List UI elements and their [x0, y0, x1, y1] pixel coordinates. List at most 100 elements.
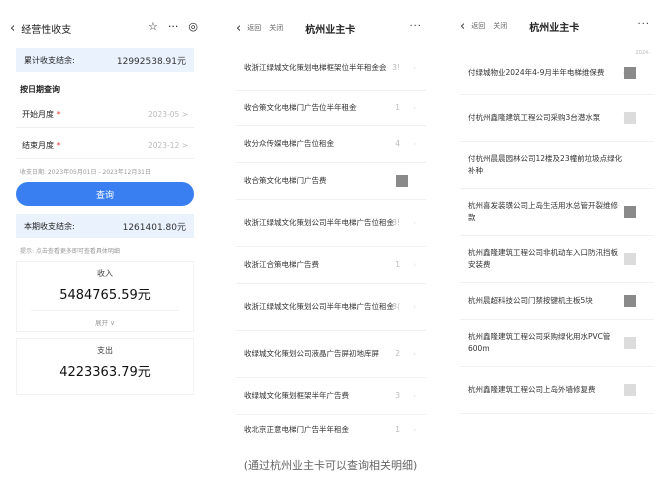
- list-item[interactable]: 杭州鑫隆建筑工程公司非机动车入口防汛挡板安装费: [460, 236, 654, 283]
- item-amount: 3: [395, 391, 400, 400]
- item-amount: 2: [395, 349, 400, 358]
- list-item[interactable]: 杭州晨超科技公司门禁按键机主板5块: [460, 283, 654, 320]
- owner-card-expense-list: ‹ 返回 关闭 杭州业主卡 ··· 2024- 付绿城物业2024年4-9月半年…: [460, 0, 654, 440]
- item-text: 杭州晨超科技公司门禁按键机主板5块: [468, 296, 593, 305]
- item-amount: 1: [395, 103, 400, 112]
- item-text: 杭州鑫隆建筑工程公司非机动车入口防汛挡板安装费: [468, 248, 618, 269]
- list-item[interactable]: 杭州喜发装璜公司上岛生活用水总管开裂维修款: [460, 189, 654, 236]
- chevron-icon: ›: [413, 140, 416, 148]
- attachment-thumbnail[interactable]: [624, 112, 636, 124]
- target-icon[interactable]: ◎: [188, 20, 198, 33]
- item-text: 收浙江合策电梯广告费: [244, 260, 319, 269]
- back-chevron-icon[interactable]: ‹: [236, 21, 241, 36]
- list-item[interactable]: 收浙江绿城文化策划电梯框架位半年租金会 3! ›: [236, 46, 426, 91]
- list-item[interactable]: 收浙江绿城文化策划公司半年电梯广告位租金 3! ›: [236, 200, 426, 247]
- chevron-icon: ›: [413, 392, 416, 400]
- close-label[interactable]: 关闭: [493, 21, 507, 31]
- list-item[interactable]: 收合策文化电梯门广告位半年租金 1 ›: [236, 91, 426, 126]
- item-amount: 3!: [392, 218, 400, 227]
- end-month-selector[interactable]: 结束月度 * 2023-12 >: [16, 132, 194, 159]
- income-list: 收浙江绿城文化策划电梯框架位半年租金会 3! › 收合策文化电梯门广告位半年租金 1 ›…: [236, 46, 426, 440]
- list-item[interactable]: 收绿城文化策划框架半年广告费 3 ›: [236, 378, 426, 415]
- back-chevron-icon[interactable]: ‹: [460, 19, 465, 34]
- item-amount: 1: [395, 425, 400, 434]
- owner-card-income-list: ‹ 返回 关闭 杭州业主卡 ··· 收浙江绿城文化策划电梯框架位半年租金会 3! ›…: [236, 0, 426, 440]
- list-item[interactable]: 收分众传媒电梯广告位租金 4 ›: [236, 126, 426, 163]
- period-balance-card: 本期收支结余: 1261401.80元: [16, 214, 194, 238]
- expense-value: 4223363.79元: [59, 365, 151, 380]
- item-text: 付绿城物业2024年4-9月半年电梯维保费: [468, 68, 605, 77]
- expand-button[interactable]: 展开 ∨: [31, 310, 179, 327]
- required-mark: *: [56, 109, 61, 119]
- item-text: 收浙江绿城文化策划电梯框架位半年租金会: [244, 63, 387, 72]
- income-value: 5484765.59元: [59, 288, 151, 303]
- more-icon[interactable]: ···: [409, 21, 422, 32]
- header-actions: ☆ ··· ◎: [148, 20, 198, 33]
- item-text: 付杭州晨晨园林公司12楼及23幢前垃圾点绿化补种: [468, 154, 623, 175]
- list-item[interactable]: 收浙江合策电梯广告费 1 ›: [236, 247, 426, 284]
- start-month-label: 开始月度: [22, 109, 54, 119]
- chevron-icon: ›: [413, 64, 416, 72]
- income-card[interactable]: 收入 5484765.59元 展开 ∨: [16, 261, 194, 332]
- chevron-icon: ›: [413, 219, 416, 227]
- expense-label: 支出: [97, 346, 113, 355]
- star-icon[interactable]: ☆: [148, 20, 158, 33]
- detail-tip: 提示: 点击查看更多即可查看具体明细: [20, 248, 120, 255]
- back-label[interactable]: 返回: [247, 23, 261, 33]
- cumulative-balance-card: 累计收支结余: 12992538.91元: [16, 48, 194, 72]
- back-label[interactable]: 返回: [471, 21, 485, 31]
- more-icon[interactable]: ···: [637, 19, 650, 30]
- cumulative-balance-label: 累计收支结余:: [24, 55, 75, 65]
- header: ‹ 返回 关闭 杭州业主卡 ···: [460, 12, 654, 40]
- item-text: 收绿城文化策划框架半年广告费: [244, 391, 349, 400]
- chevron-icon: ›: [413, 303, 416, 311]
- query-button[interactable]: 查询: [16, 182, 194, 206]
- list-item[interactable]: 收浙江绿城文化策划公司半年电梯广告位租金 3(›: [236, 284, 426, 331]
- item-text: 收北京正意电梯门广告半年租金: [244, 425, 349, 434]
- chevron-icon: ›: [413, 350, 416, 358]
- period-balance-value: 1261401.80元: [122, 222, 186, 233]
- page-title: 杭州业主卡: [305, 24, 356, 36]
- attachment-thumbnail[interactable]: [624, 295, 636, 307]
- list-item[interactable]: 付杭州晨晨园林公司12楼及23幢前垃圾点绿化补种: [460, 142, 654, 189]
- item-text: 收浙江绿城文化策划公司半年电梯广告位租金: [244, 218, 394, 227]
- list-item[interactable]: 付绿城物业2024年4-9月半年电梯维保费8: [460, 52, 654, 95]
- page-title: 经营性收支: [21, 24, 72, 36]
- income-label: 收入: [97, 269, 113, 278]
- attachment-thumbnail[interactable]: [624, 67, 636, 79]
- end-month-label: 结束月度: [22, 140, 54, 150]
- list-item[interactable]: 收绿城文化策划公司液晶广告屏初地库屏 2 ›: [236, 331, 426, 378]
- item-text: 杭州鑫隆建筑工程公司上岛外墙修复费: [468, 385, 596, 394]
- cumulative-balance-value: 12992538.91元: [116, 56, 186, 67]
- expense-card[interactable]: 支出 4223363.79元: [16, 338, 194, 395]
- start-month-value: 2023-05 >: [147, 109, 188, 119]
- list-item[interactable]: 杭州鑫隆建筑工程公司采购绿化用水PVC管600m: [460, 320, 654, 367]
- list-item[interactable]: 付杭州鑫隆建筑工程公司采购3台潜水泵5: [460, 95, 654, 142]
- attachment-thumbnail[interactable]: [624, 384, 636, 396]
- attachment-thumbnail[interactable]: [396, 175, 408, 187]
- income-expense-screen: ‹ 经营性收支 ☆ ··· ◎ 累计收支结余: 12992538.91元 按日期…: [10, 0, 200, 440]
- list-item[interactable]: 收合策文化电梯门广告费1: [236, 163, 426, 200]
- attachment-thumbnail[interactable]: [624, 253, 636, 265]
- end-month-value: 2023-12 >: [147, 140, 188, 150]
- item-text: 收合策文化电梯门广告费: [244, 176, 327, 185]
- item-text: 收合策文化电梯门广告位半年租金: [244, 103, 357, 112]
- more-icon[interactable]: ···: [168, 20, 179, 33]
- back-chevron-icon[interactable]: ‹: [10, 21, 15, 36]
- attachment-thumbnail[interactable]: [624, 206, 636, 218]
- image-caption: (通过杭州业主卡可以查询相关明细): [243, 459, 418, 472]
- item-amount: 3!: [392, 63, 400, 72]
- item-amount: 1: [395, 260, 400, 269]
- date-query-heading: 按日期查询: [20, 85, 60, 94]
- item-amount: 4: [395, 139, 400, 148]
- attachment-thumbnail[interactable]: [624, 337, 636, 349]
- start-month-selector[interactable]: 开始月度 * 2023-05 >: [16, 101, 194, 128]
- list-item[interactable]: 收北京正意电梯门广告半年租金 1 ›: [236, 415, 426, 440]
- item-text: 收绿城文化策划公司液晶广告屏初地库屏: [244, 349, 379, 358]
- close-label[interactable]: 关闭: [269, 23, 283, 33]
- date-range-hint: 收支日期: 2023年05月01日 - 2023年12月31日: [20, 169, 151, 176]
- list-item[interactable]: 杭州鑫隆建筑工程公司上岛外墙修复费: [460, 367, 654, 414]
- period-balance-label: 本期收支结余:: [24, 221, 75, 231]
- item-text: 杭州喜发装璜公司上岛生活用水总管开裂维修款: [468, 201, 618, 222]
- page-title: 杭州业主卡: [529, 22, 580, 34]
